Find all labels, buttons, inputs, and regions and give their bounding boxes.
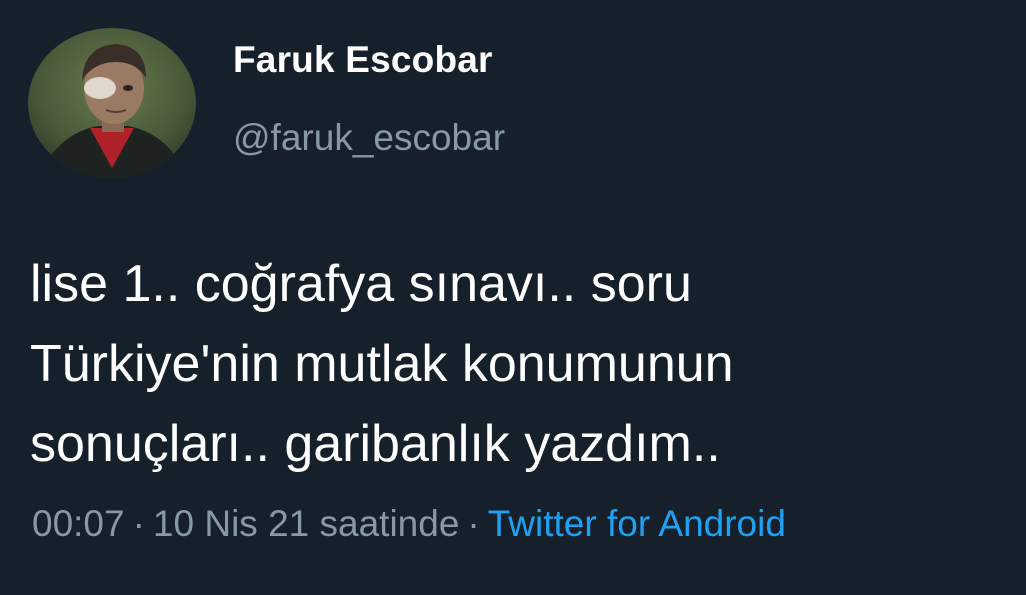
tweet-text-line: sonuçları.. garibanlık yazdım.. [30, 415, 721, 473]
display-name[interactable]: Faruk Escobar [233, 39, 493, 81]
user-handle[interactable]: @faruk_escobar [233, 117, 505, 159]
tweet-date[interactable]: 10 Nis 21 saatinde [153, 503, 459, 544]
tweet-metadata: 00:07 · 10 Nis 21 saatinde · Twitter for And… [32, 503, 786, 545]
tweet-text-line: Türkiye'nin mutlak konumunun [30, 335, 734, 393]
tweet-text: lise 1.. coğrafya sınavı.. soru Türkiye'… [30, 244, 1010, 484]
tweet-time[interactable]: 00:07 [32, 503, 125, 544]
meta-separator: · [132, 503, 145, 544]
meta-separator: · [467, 503, 480, 544]
tweet-card: Faruk Escobar @faruk_escobar lise 1.. co… [0, 0, 1026, 595]
avatar-image [28, 28, 196, 178]
tweet-text-line: lise 1.. coğrafya sınavı.. soru [30, 255, 692, 313]
avatar[interactable] [28, 28, 196, 178]
tweet-source-link[interactable]: Twitter for Android [488, 503, 786, 544]
